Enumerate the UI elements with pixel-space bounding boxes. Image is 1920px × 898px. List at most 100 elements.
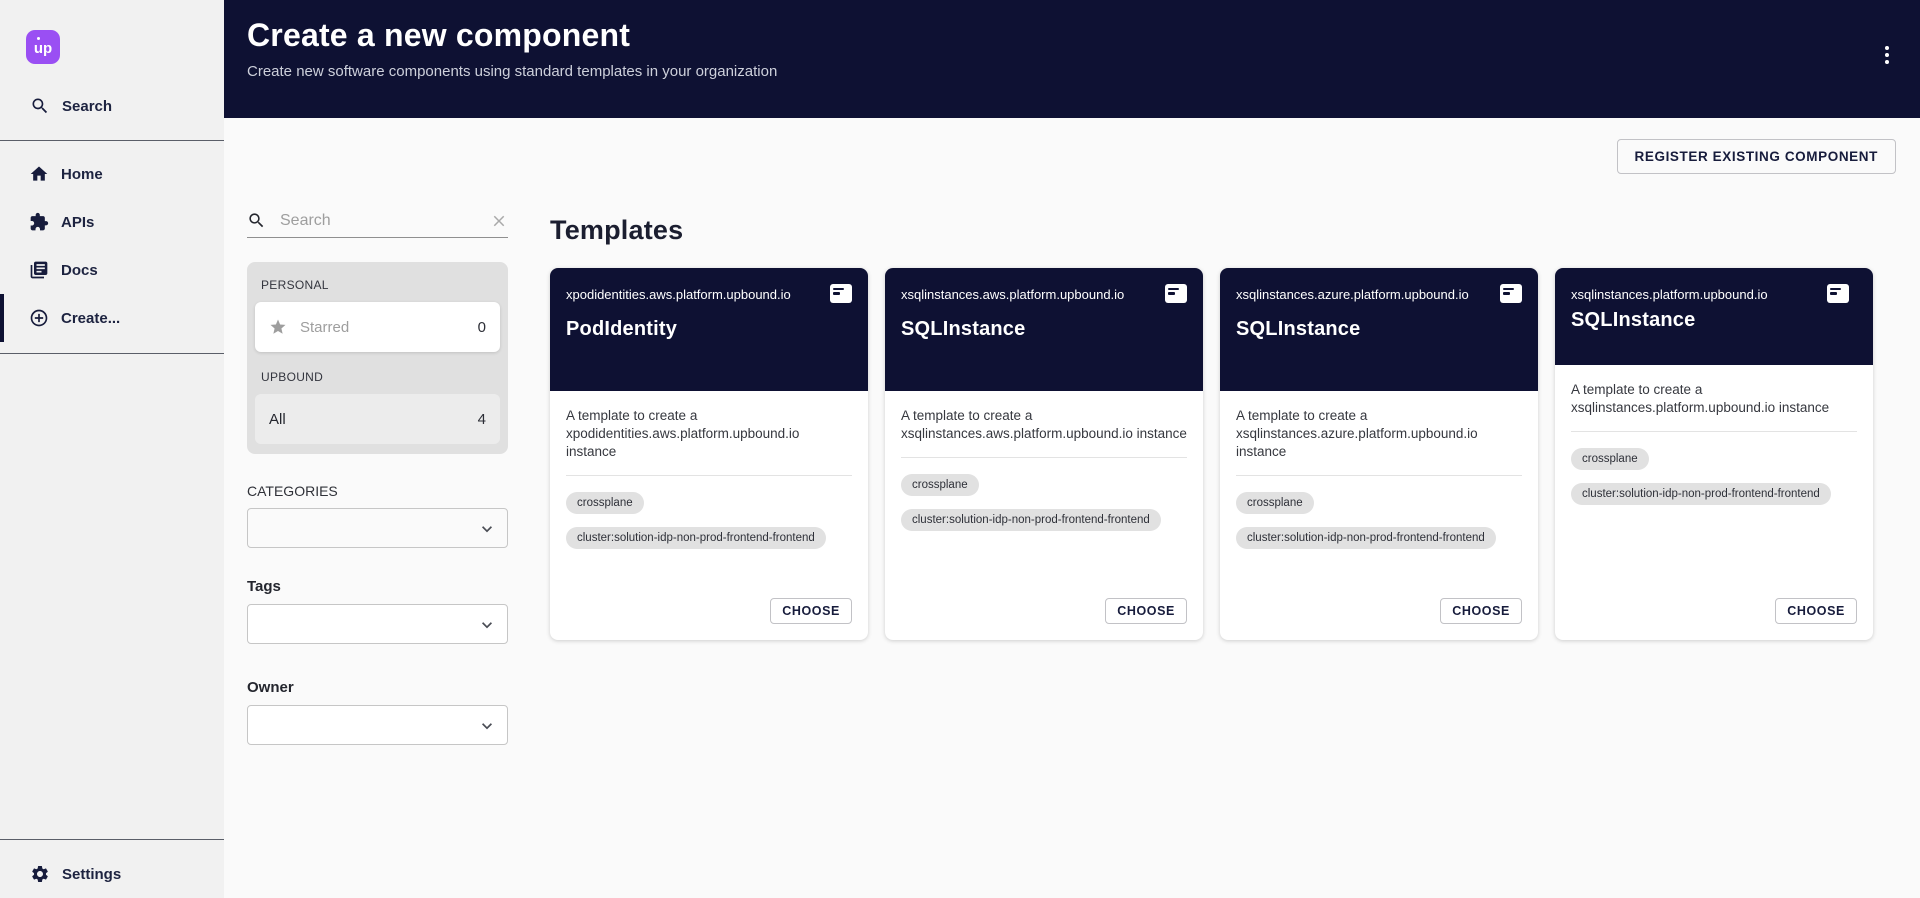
filter-row-label: Starred [300, 319, 349, 336]
template-name: xsqlinstances.platform.upbound.io [1571, 284, 1821, 303]
sidebar-item-home[interactable]: Home [0, 150, 224, 198]
template-name: xsqlinstances.aws.platform.upbound.io [901, 284, 1159, 303]
filter-select-group: Owner [247, 679, 508, 745]
filter-select-categories[interactable] [247, 508, 508, 548]
card-divider [1571, 431, 1857, 432]
chevron-down-icon [477, 716, 497, 736]
gear-icon [30, 864, 50, 884]
filter-row-count: 4 [478, 411, 486, 428]
filter-row-starred[interactable]: Starred 0 [255, 302, 500, 352]
sidebar-search-label: Search [62, 98, 112, 115]
template-tags: crossplane cluster:solution-idp-non-prod-… [1571, 448, 1857, 518]
sidebar-item-label: APIs [61, 214, 94, 231]
templates-section: Templates xpodidentities.aws.platform.up… [550, 215, 1873, 640]
star-icon [269, 318, 287, 336]
filter-section-label: UPBOUND [261, 370, 500, 384]
template-type-icon [1500, 284, 1522, 303]
sidebar-item-search[interactable]: Search [0, 84, 224, 128]
sidebar-item-apis[interactable]: APIs [0, 198, 224, 246]
tag-chip: cluster:solution-idp-non-prod-frontend-f… [1571, 483, 1831, 505]
sidebar-item-label: Docs [61, 262, 98, 279]
tag-chip: crossplane [566, 492, 644, 514]
choose-button[interactable]: CHOOSE [1775, 598, 1857, 624]
template-title: SQLInstance [901, 318, 1187, 341]
template-description: A template to create a xsqlinstances.pla… [1571, 381, 1857, 417]
templates-heading: Templates [550, 215, 1873, 246]
page-header: Create a new component Create new softwa… [224, 0, 1920, 118]
sidebar-divider [0, 140, 224, 141]
filter-search [247, 204, 508, 238]
template-card: xsqlinstances.azure.platform.upbound.io … [1220, 268, 1538, 640]
sidebar-item-settings[interactable]: Settings [0, 850, 224, 898]
chevron-down-icon [477, 519, 497, 539]
close-icon[interactable] [490, 212, 508, 230]
logo-text: up [34, 40, 52, 57]
card-divider [1236, 475, 1522, 476]
template-card-grid: xpodidentities.aws.platform.upbound.io P… [550, 268, 1873, 640]
template-tags: crossplane cluster:solution-idp-non-prod-… [1236, 492, 1522, 562]
filter-selects: CATEGORIES Tags Owner [247, 483, 508, 745]
extension-icon [29, 212, 49, 232]
page-subtitle: Create new software components using sta… [247, 63, 1920, 80]
template-description: A template to create a xsqlinstances.azu… [1236, 407, 1522, 461]
filter-row-count: 0 [478, 319, 486, 336]
choose-button[interactable]: CHOOSE [770, 598, 852, 624]
template-title: SQLInstance [1236, 318, 1522, 341]
upbound-logo[interactable]: up [26, 30, 60, 64]
template-type-icon [830, 284, 852, 303]
filter-select-owner[interactable] [247, 705, 508, 745]
sidebar-item-label: Home [61, 166, 103, 183]
tag-chip: crossplane [1571, 448, 1649, 470]
template-type-icon [1165, 284, 1187, 303]
template-description: A template to create a xsqlinstances.aws… [901, 407, 1187, 443]
filter-select-label: CATEGORIES [247, 483, 508, 499]
choose-button[interactable]: CHOOSE [1105, 598, 1187, 624]
template-card-header: xsqlinstances.aws.platform.upbound.io SQ… [885, 268, 1203, 391]
template-card-header: xsqlinstances.platform.upbound.io SQLIns… [1555, 268, 1873, 365]
template-card-body: A template to create a xsqlinstances.pla… [1555, 365, 1873, 640]
register-existing-component-button[interactable]: REGISTER EXISTING COMPONENT [1617, 139, 1896, 174]
filter-row-all[interactable]: All 4 [255, 394, 500, 444]
choose-button[interactable]: CHOOSE [1440, 598, 1522, 624]
tag-chip: cluster:solution-idp-non-prod-frontend-f… [901, 509, 1161, 531]
filter-select-label: Tags [247, 578, 508, 595]
template-card: xsqlinstances.aws.platform.upbound.io SQ… [885, 268, 1203, 640]
sidebar-settings-label: Settings [62, 866, 121, 883]
template-title: SQLInstance [1571, 309, 1857, 332]
tag-chip: crossplane [1236, 492, 1314, 514]
template-card-body: A template to create a xsqlinstances.aws… [885, 391, 1203, 640]
template-type-icon [1827, 284, 1849, 303]
search-icon [247, 211, 266, 230]
template-title: PodIdentity [566, 318, 852, 341]
sidebar: up Search Home APIs Docs Create... Settings [0, 0, 224, 898]
main-content: REGISTER EXISTING COMPONENT PERSONAL Star… [224, 118, 1920, 898]
filter-section: PERSONAL Starred 0 [255, 278, 500, 352]
template-tags: crossplanecluster:solution-idp-non-prod-… [901, 474, 1187, 544]
template-tags: crossplanecluster:solution-idp-non-prod-… [566, 492, 852, 562]
sidebar-item-docs[interactable]: Docs [0, 246, 224, 294]
page-title: Create a new component [247, 0, 1920, 54]
filter-row-label: All [269, 411, 286, 428]
filter-select-group: CATEGORIES [247, 483, 508, 548]
search-icon [247, 211, 266, 230]
filter-search-input[interactable] [278, 211, 478, 231]
filter-select-group: Tags [247, 578, 508, 644]
close-icon [490, 212, 508, 230]
card-divider [901, 457, 1187, 458]
template-name: xsqlinstances.azure.platform.upbound.io [1236, 284, 1494, 303]
kebab-menu-icon[interactable] [1881, 42, 1893, 68]
sidebar-item-label: Create... [61, 310, 120, 327]
filter-select-label: Owner [247, 679, 508, 696]
template-card-body: A template to create a xpodidentities.aw… [550, 391, 868, 640]
home-icon [29, 164, 49, 184]
sidebar-nav: Home APIs Docs Create... [0, 150, 224, 342]
tag-chip: cluster:solution-idp-non-prod-frontend-f… [1236, 527, 1496, 549]
filter-panel: PERSONAL Starred 0 UPBOUND All 4 CATEGORIES Ta… [247, 204, 508, 745]
template-card-body: A template to create a xsqlinstances.azu… [1220, 391, 1538, 640]
filter-select-tags[interactable] [247, 604, 508, 644]
template-description: A template to create a xpodidentities.aw… [566, 407, 852, 461]
search-icon [30, 96, 50, 116]
sidebar-item-create[interactable]: Create... [0, 294, 224, 342]
filter-groups: PERSONAL Starred 0 UPBOUND All 4 [247, 262, 508, 454]
filter-section-label: PERSONAL [261, 278, 500, 292]
